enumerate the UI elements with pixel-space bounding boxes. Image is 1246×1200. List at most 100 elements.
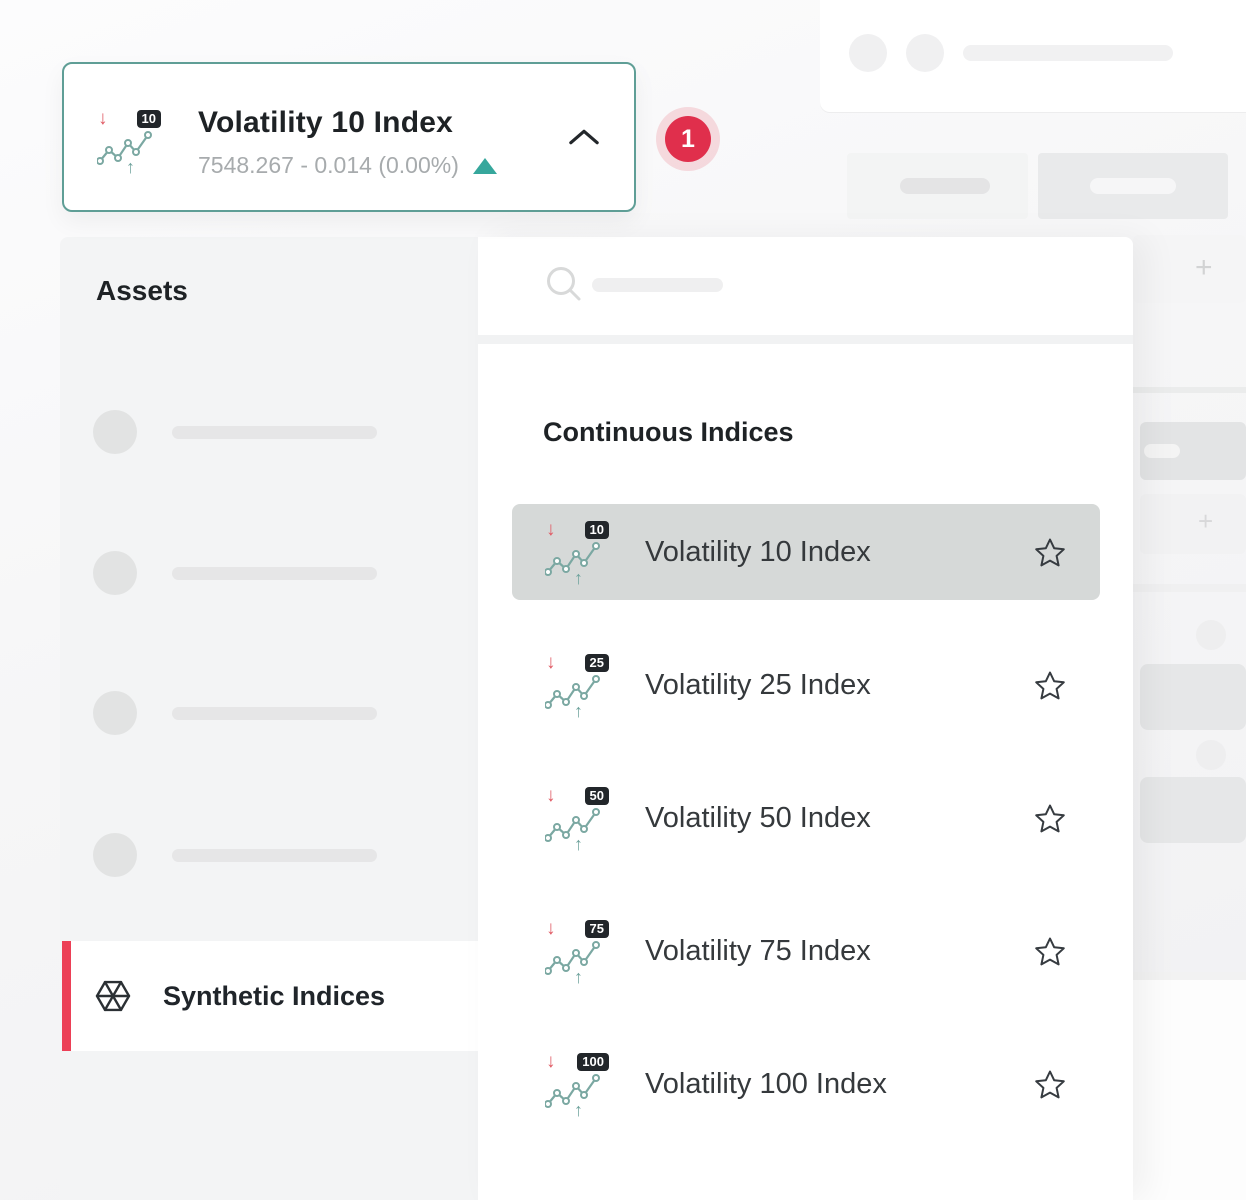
up-arrow-icon: ↑: [574, 1100, 583, 1121]
skeleton-circle: [93, 410, 137, 454]
skeleton-bar: [172, 849, 377, 862]
skeleton-circle: [93, 691, 137, 735]
search-placeholder-skeleton: [592, 278, 723, 292]
asset-label: Volatility 25 Index: [645, 669, 871, 702]
sparkline-icon: [97, 128, 153, 166]
divider: [478, 335, 1133, 344]
star-icon[interactable]: [1034, 537, 1066, 568]
assets-panel-title: Assets: [96, 275, 188, 307]
assets-sidebar: Assets Syn: [60, 237, 478, 1200]
skeleton-bar: [172, 567, 377, 580]
skeleton-bar: [1090, 178, 1176, 194]
up-arrow-icon: ↑: [574, 701, 583, 722]
up-arrow-icon: ↑: [574, 568, 583, 589]
skeleton-bar: [900, 178, 990, 194]
quote-text: 7548.267 - 0.014 (0.00%): [198, 152, 459, 179]
skeleton-bar: [172, 707, 377, 720]
star-icon[interactable]: [1034, 1069, 1066, 1100]
hexagon-icon: [94, 977, 132, 1015]
down-arrow-icon: ↓: [546, 519, 556, 541]
asset-list-item[interactable]: ↓ 50 ↑ Volatility 50 Index: [512, 770, 1100, 866]
selected-asset-title: Volatility 10 Index: [198, 106, 453, 140]
star-icon[interactable]: [1034, 936, 1066, 967]
plus-icon: +: [1195, 253, 1213, 283]
asset-number-badge: 100: [577, 1053, 609, 1071]
background-add-card: +: [1140, 494, 1246, 554]
search-icon: [546, 266, 584, 304]
selected-asset-card[interactable]: ↓ 10 ↑ Volatility 10 Index 7548.267 - 0.…: [62, 62, 636, 212]
category-skeleton-row: [93, 410, 433, 454]
asset-label: Volatility 10 Index: [645, 536, 871, 569]
background-card: [1140, 664, 1246, 730]
asset-number-badge: 50: [585, 787, 609, 805]
asset-number-badge: 10: [137, 110, 161, 128]
skeleton-bar: [963, 45, 1173, 61]
active-category-accent: [62, 941, 71, 1051]
search-input[interactable]: [478, 237, 1133, 335]
plus-icon: +: [1198, 508, 1213, 534]
background-tab: [847, 153, 1028, 219]
sparkline-icon: [545, 805, 601, 843]
category-label: Synthetic Indices: [163, 981, 385, 1012]
down-arrow-icon: ↓: [546, 652, 556, 674]
sidebar-item-synthetic-indices[interactable]: Synthetic Indices: [71, 941, 478, 1051]
section-title: Continuous Indices: [543, 417, 794, 448]
sparkline-icon: [545, 539, 601, 577]
asset-label: Volatility 100 Index: [645, 1068, 887, 1101]
skeleton-avatar: [849, 34, 887, 72]
asset-number-badge: 75: [585, 920, 609, 938]
asset-chart-icon: ↓ 100 ↑: [545, 1053, 609, 1115]
sparkline-icon: [545, 938, 601, 976]
star-icon[interactable]: [1034, 670, 1066, 701]
skeleton-circle: [1196, 620, 1226, 650]
asset-list-item[interactable]: ↓ 25 ↑ Volatility 25 Index: [512, 637, 1100, 733]
background-tab: [1038, 153, 1228, 219]
background-add-card: +: [1133, 235, 1246, 303]
asset-chart-icon: ↓ 50 ↑: [545, 787, 609, 849]
down-arrow-icon: ↓: [546, 918, 556, 940]
skeleton-bar: [1144, 444, 1180, 458]
asset-picker-screen: + + Assets: [0, 0, 1246, 1200]
skeleton-circle: [93, 833, 137, 877]
star-icon[interactable]: [1034, 803, 1066, 834]
notification-badge: 1: [656, 107, 720, 171]
chevron-up-icon[interactable]: [568, 128, 600, 146]
up-arrow-icon: ↑: [574, 967, 583, 988]
asset-list: ↓ 10 ↑ Volatility 10 Index ↓ 25: [512, 504, 1100, 1169]
market-list-panel: Continuous Indices ↓ 10 ↑ Volatility 10 …: [478, 237, 1133, 1200]
asset-number-badge: 25: [585, 654, 609, 672]
down-arrow-icon: ↓: [546, 1051, 556, 1073]
down-arrow-icon: ↓: [546, 785, 556, 807]
background-panel: [1133, 980, 1246, 1200]
notification-count: 1: [665, 116, 711, 162]
skeleton-circle: [1196, 740, 1226, 770]
asset-chart-icon: ↓ 25 ↑: [545, 654, 609, 716]
asset-label: Volatility 50 Index: [645, 802, 871, 835]
asset-chart-icon: ↓ 10 ↑: [97, 110, 161, 172]
asset-list-item[interactable]: ↓ 10 ↑ Volatility 10 Index: [512, 504, 1100, 600]
triangle-up-icon: [473, 158, 497, 174]
asset-chart-icon: ↓ 75 ↑: [545, 920, 609, 982]
up-arrow-icon: ↑: [574, 834, 583, 855]
background-divider: [1133, 972, 1246, 980]
background-card: [1140, 777, 1246, 843]
down-arrow-icon: ↓: [98, 108, 108, 130]
asset-list-item[interactable]: ↓ 75 ↑ Volatility 75 Index: [512, 903, 1100, 999]
asset-list-item[interactable]: ↓ 100 ↑ Volatility 100 Index: [512, 1036, 1100, 1132]
category-skeleton-row: [93, 833, 433, 877]
background-card: [1140, 422, 1246, 480]
sparkline-icon: [545, 672, 601, 710]
quote-row: 7548.267 - 0.014 (0.00%): [198, 152, 497, 179]
up-arrow-icon: ↑: [126, 157, 135, 178]
background-divider: [1133, 584, 1246, 592]
background-divider: [1133, 387, 1246, 393]
skeleton-avatar: [906, 34, 944, 72]
asset-label: Volatility 75 Index: [645, 935, 871, 968]
background-header-card: [820, 0, 1246, 112]
skeleton-bar: [172, 426, 377, 439]
sparkline-icon: [545, 1071, 601, 1109]
asset-number-badge: 10: [585, 521, 609, 539]
asset-chart-icon: ↓ 10 ↑: [545, 521, 609, 583]
category-skeleton-row: [93, 691, 433, 735]
skeleton-circle: [93, 551, 137, 595]
